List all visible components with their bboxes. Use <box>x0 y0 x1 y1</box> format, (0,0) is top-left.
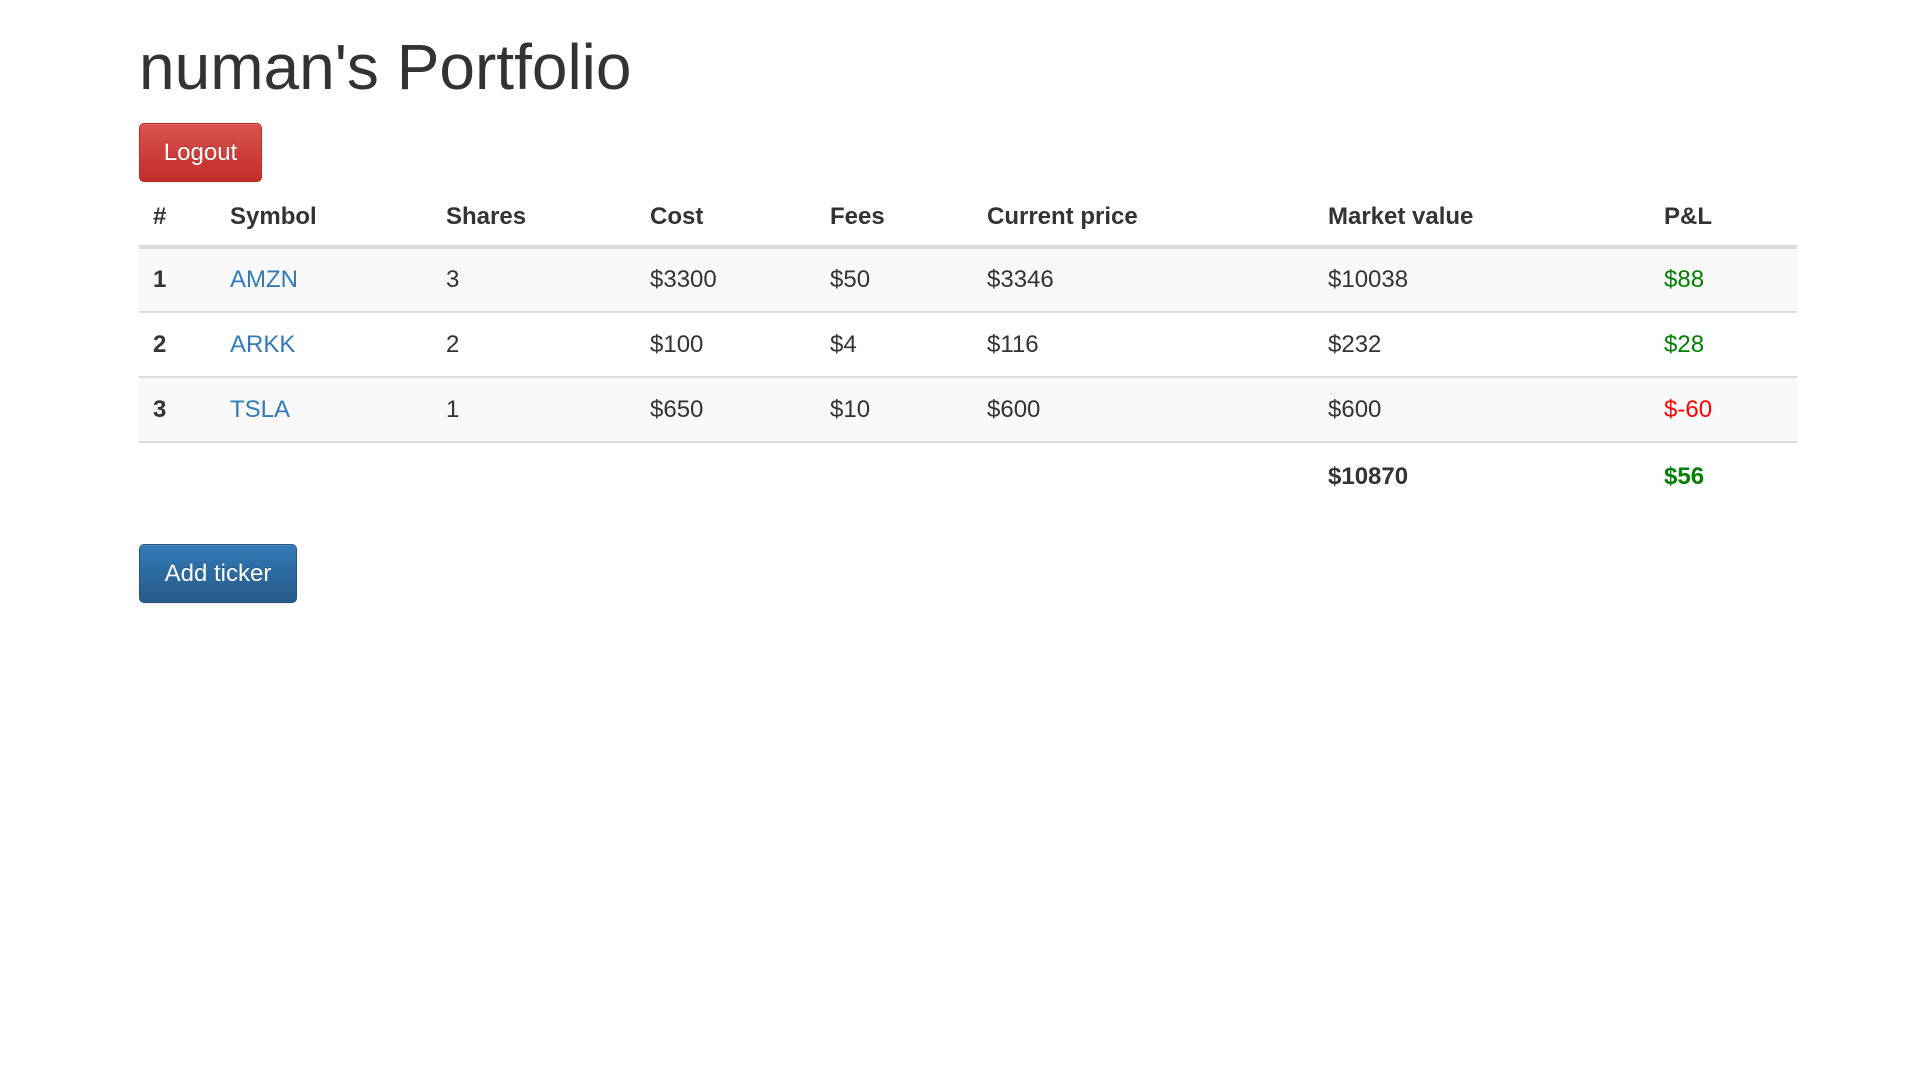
symbol-cell: AMZN <box>216 247 432 312</box>
table-row: 1 AMZN 3 $3300 $50 $3346 $10038 $88 <box>139 247 1797 312</box>
header-cost: Cost <box>636 188 816 249</box>
pnl-cell: $-60 <box>1650 376 1797 442</box>
table-row: 3 TSLA 1 $650 $10 $600 $600 $-60 <box>139 376 1797 442</box>
portfolio-table: # Symbol Shares Cost Fees Current price … <box>139 188 1797 510</box>
table-row: 2 ARKK 2 $100 $4 $116 $232 $28 <box>139 311 1797 377</box>
header-current-price: Current price <box>973 188 1314 249</box>
current-price-cell: $3346 <box>973 247 1314 312</box>
add-ticker-button[interactable]: Add ticker <box>139 544 297 603</box>
totals-empty-cell <box>216 441 432 510</box>
current-price-cell: $116 <box>973 311 1314 377</box>
fees-cell: $4 <box>816 311 973 377</box>
header-fees: Fees <box>816 188 973 249</box>
cost-cell: $650 <box>636 376 816 442</box>
symbol-cell: ARKK <box>216 311 432 377</box>
symbol-cell: TSLA <box>216 376 432 442</box>
header-number: # <box>139 188 216 249</box>
fees-cell: $50 <box>816 247 973 312</box>
total-pnl: $56 <box>1650 441 1797 510</box>
pnl-cell: $88 <box>1650 247 1797 312</box>
totals-empty-cell <box>816 441 973 510</box>
cost-cell: $3300 <box>636 247 816 312</box>
cost-cell: $100 <box>636 311 816 377</box>
shares-cell: 1 <box>432 376 636 442</box>
totals-empty-cell <box>636 441 816 510</box>
shares-cell: 3 <box>432 247 636 312</box>
totals-empty-cell <box>973 441 1314 510</box>
market-value-cell: $10038 <box>1314 247 1650 312</box>
header-shares: Shares <box>432 188 636 249</box>
current-price-cell: $600 <box>973 376 1314 442</box>
header-market-value: Market value <box>1314 188 1650 249</box>
ticker-link[interactable]: TSLA <box>230 396 290 423</box>
row-number: 3 <box>139 376 216 442</box>
ticker-link[interactable]: AMZN <box>230 266 298 293</box>
row-number: 2 <box>139 311 216 377</box>
header-pnl: P&L <box>1650 188 1797 249</box>
totals-empty-cell <box>139 441 216 510</box>
totals-row: $10870 $56 <box>139 441 1797 510</box>
market-value-cell: $232 <box>1314 311 1650 377</box>
header-symbol: Symbol <box>216 188 432 249</box>
totals-empty-cell <box>432 441 636 510</box>
market-value-cell: $600 <box>1314 376 1650 442</box>
pnl-cell: $28 <box>1650 311 1797 377</box>
total-market-value: $10870 <box>1314 441 1650 510</box>
table-header-row: # Symbol Shares Cost Fees Current price … <box>139 188 1797 249</box>
row-number: 1 <box>139 247 216 312</box>
fees-cell: $10 <box>816 376 973 442</box>
page-title: numan's Portfolio <box>139 31 632 103</box>
logout-button[interactable]: Logout <box>139 123 262 182</box>
shares-cell: 2 <box>432 311 636 377</box>
ticker-link[interactable]: ARKK <box>230 331 295 358</box>
